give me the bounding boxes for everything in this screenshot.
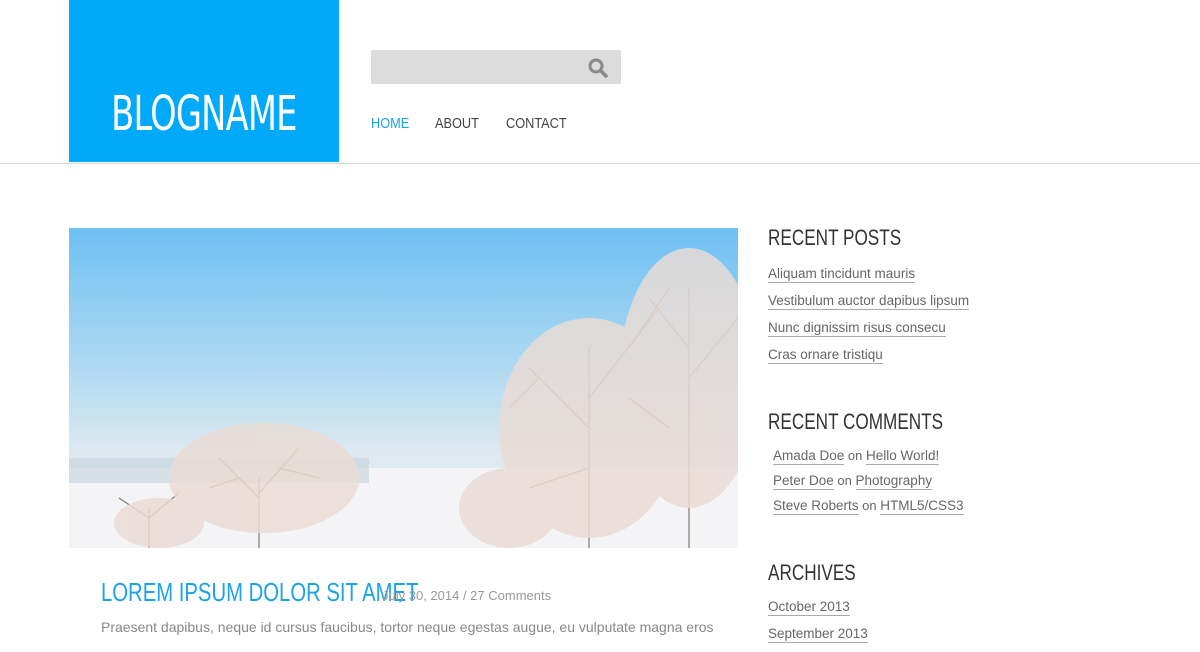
- main-nav: HOME ABOUT CONTACT: [371, 115, 569, 132]
- post-title[interactable]: LOREM IPSUM DOLOR SIT AMET: [101, 577, 418, 608]
- site-header: BLOGNAME HOME ABOUT CONTACT: [0, 0, 1200, 164]
- recent-posts-widget: RECENT POSTS Aliquam tincidunt mauris Ve…: [768, 225, 970, 373]
- comment-author-link[interactable]: Amada Doe: [773, 448, 845, 465]
- site-logo[interactable]: BLOGNAME: [69, 0, 339, 162]
- post-excerpt: Praesent dapibus, neque id cursus faucib…: [101, 619, 714, 635]
- nav-home[interactable]: HOME: [371, 115, 409, 132]
- widget-title: RECENT POSTS: [768, 225, 902, 250]
- recent-post-link[interactable]: Aliquam tincidunt mauris: [768, 266, 916, 283]
- comment-author-link[interactable]: Peter Doe: [773, 473, 834, 490]
- search-icon[interactable]: [588, 58, 608, 78]
- comment-item: Amada Doe on Hello World!: [768, 448, 993, 473]
- search-input[interactable]: [371, 50, 621, 84]
- on-text: on: [847, 448, 863, 463]
- comment-item: Steve Roberts on HTML5/CSS3: [768, 498, 993, 523]
- on-text: on: [862, 498, 877, 513]
- comment-item: Peter Doe on Photography: [768, 473, 993, 498]
- post-meta: July 30, 2014 / 27 Comments: [382, 588, 552, 603]
- archive-link[interactable]: October 2013: [768, 599, 850, 616]
- comment-post-link[interactable]: Photography: [855, 473, 933, 490]
- comment-post-link[interactable]: Hello World!: [866, 448, 940, 465]
- widget-title: ARCHIVES: [768, 560, 856, 585]
- widget-title: RECENT COMMENTS: [768, 409, 944, 434]
- comment-post-link[interactable]: HTML5/CSS3: [880, 498, 964, 515]
- recent-comments-widget: RECENT COMMENTS Amada Doe on Hello World…: [768, 409, 993, 523]
- nav-contact[interactable]: CONTACT: [506, 115, 567, 132]
- archive-link[interactable]: September 2013: [768, 626, 868, 643]
- post-featured-image[interactable]: [69, 228, 738, 548]
- nav-about[interactable]: ABOUT: [435, 115, 479, 132]
- on-text: on: [837, 473, 852, 488]
- logo-text: BLOGNAME: [111, 86, 297, 142]
- comment-author-link[interactable]: Steve Roberts: [773, 498, 859, 515]
- recent-post-link[interactable]: Nunc dignissim risus consecu: [768, 320, 946, 337]
- recent-post-link[interactable]: Vestibulum auctor dapibus lipsum: [768, 293, 970, 310]
- archives-widget: ARCHIVES October 2013 September 2013: [768, 560, 880, 652]
- winter-trees-image: [69, 248, 738, 548]
- recent-post-link[interactable]: Cras ornare tristiqu: [768, 347, 883, 364]
